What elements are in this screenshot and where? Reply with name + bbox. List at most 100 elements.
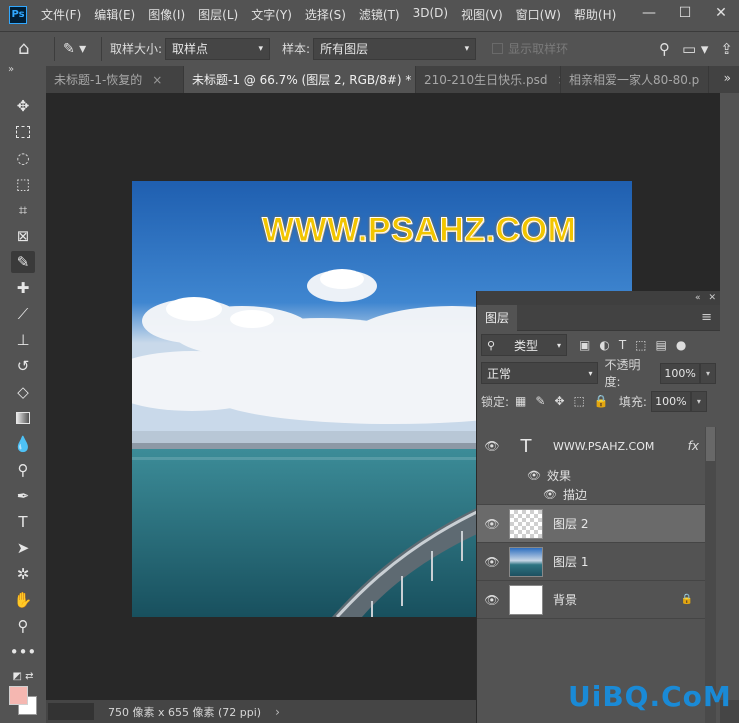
document-tabs: 未标题-1-恢复的 × 未标题-1 @ 66.7% (图层 2, RGB/8#)… bbox=[46, 66, 739, 93]
default-colors-icon[interactable]: ◩ ⇄ bbox=[11, 665, 35, 687]
foreground-color-swatch[interactable] bbox=[9, 686, 28, 705]
panel-menu-icon[interactable]: ≡ bbox=[701, 310, 712, 325]
custom-shape-tool-icon[interactable]: ✲ bbox=[11, 563, 35, 585]
layer-row-background[interactable]: 👁 背景 🔒 bbox=[477, 581, 705, 619]
close-panel-icon[interactable]: ✕ bbox=[708, 293, 716, 303]
fill-label: 填充: bbox=[618, 394, 647, 409]
pixel-filter-icon[interactable]: ▣ bbox=[579, 338, 590, 352]
adjustment-filter-icon[interactable]: ◐ bbox=[599, 338, 609, 352]
lasso-tool-icon[interactable]: ◌ bbox=[11, 147, 35, 169]
visibility-eye-icon[interactable]: 👁 bbox=[477, 517, 507, 531]
dodge-tool-icon[interactable]: ⚲ bbox=[11, 459, 35, 481]
lock-all-icon[interactable]: 🔒 bbox=[594, 394, 609, 408]
type-tool-icon[interactable]: T bbox=[11, 511, 35, 533]
menu-window[interactable]: 窗口(W) bbox=[516, 6, 561, 23]
history-brush-tool-icon[interactable]: ↺ bbox=[11, 355, 35, 377]
layer-name: WWW.PSAHZ.COM bbox=[553, 439, 655, 453]
blend-mode-select[interactable]: 正常 ▾ bbox=[481, 362, 599, 384]
collapse-panel-icon[interactable]: « bbox=[695, 293, 701, 303]
chevron-down-icon: ▾ bbox=[556, 340, 561, 350]
maximize-button[interactable]: ☐ bbox=[667, 0, 703, 26]
stroke-effect-row[interactable]: 👁 描边 bbox=[543, 486, 587, 503]
hand-tool-icon[interactable]: ✋ bbox=[11, 589, 35, 611]
lock-artboard-icon[interactable]: ⬚ bbox=[574, 394, 585, 408]
tabs-overflow-icon[interactable]: » bbox=[724, 71, 731, 85]
show-sampling-ring-checkbox[interactable]: 显示取样环 bbox=[492, 40, 568, 57]
layers-scrollbar[interactable] bbox=[705, 427, 716, 723]
smart-object-filter-icon[interactable]: ▤ bbox=[656, 338, 667, 352]
layer-row-layer-2[interactable]: 👁 图层 2 bbox=[477, 505, 705, 543]
visibility-eye-icon[interactable]: 👁 bbox=[477, 555, 507, 569]
layer-row-layer-1[interactable]: 👁 图层 1 bbox=[477, 543, 705, 581]
toolbar-collapse-icon[interactable]: » bbox=[8, 64, 14, 75]
filter-row: ⚲ 类型 ▾ ▣ ◐ T ⬚ ▤ ● bbox=[477, 331, 720, 359]
effects-eye-icon[interactable]: 👁 bbox=[527, 469, 541, 482]
shape-filter-icon[interactable]: ⬚ bbox=[635, 338, 646, 352]
visibility-eye-icon[interactable]: 👁 bbox=[477, 439, 507, 453]
eyedropper-tool-icon[interactable]: ✎ bbox=[11, 251, 35, 273]
menu-filter[interactable]: 滤镜(T) bbox=[359, 6, 400, 23]
workspace-icon[interactable]: ▭ ▾ bbox=[682, 40, 708, 58]
home-icon[interactable]: ⌂ bbox=[18, 38, 46, 59]
fill-dropdown[interactable]: ▾ bbox=[690, 390, 707, 412]
gradient-tool-icon[interactable] bbox=[11, 407, 35, 429]
stroke-eye-icon[interactable]: 👁 bbox=[543, 488, 557, 501]
status-arrow-icon[interactable]: › bbox=[275, 705, 280, 719]
share-icon[interactable]: ⇪ bbox=[720, 40, 733, 58]
lock-transparent-icon[interactable]: ▦ bbox=[515, 394, 526, 408]
eyedropper-preset-icon[interactable]: ✎ ▾ bbox=[63, 41, 93, 57]
filter-toggle-icon[interactable]: ● bbox=[676, 338, 686, 352]
tab-document-3[interactable]: 210-210生日快乐.psd × bbox=[416, 66, 561, 93]
scrollbar-thumb[interactable] bbox=[706, 427, 715, 461]
filter-type-select[interactable]: ⚲ 类型 ▾ bbox=[481, 334, 567, 356]
fill-field[interactable]: 100% bbox=[650, 390, 691, 412]
tab-layers[interactable]: 图层 bbox=[477, 304, 518, 331]
close-icon[interactable]: × bbox=[152, 73, 162, 87]
type-filter-icon[interactable]: T bbox=[619, 338, 626, 352]
sample-select[interactable]: 所有图层 ▾ bbox=[313, 37, 477, 60]
frame-tool-icon[interactable]: ⊠ bbox=[11, 225, 35, 247]
menu-type[interactable]: 文字(Y) bbox=[251, 6, 292, 23]
close-window-button[interactable]: ✕ bbox=[703, 0, 739, 26]
eraser-tool-icon[interactable]: ◇ bbox=[11, 381, 35, 403]
crop-tool-icon[interactable]: ⌗ bbox=[11, 199, 35, 221]
healing-brush-tool-icon[interactable]: ✚ bbox=[11, 277, 35, 299]
opacity-field[interactable]: 100% bbox=[660, 362, 701, 384]
tab-label: 未标题-1 @ 66.7% (图层 2, RGB/8#) * bbox=[192, 73, 412, 87]
brush-tool-icon[interactable]: ⟋ bbox=[11, 303, 35, 325]
lock-pixels-icon[interactable]: ✎ bbox=[535, 394, 545, 408]
pen-tool-icon[interactable]: ✒ bbox=[11, 485, 35, 507]
path-select-tool-icon[interactable]: ➤ bbox=[11, 537, 35, 559]
menu-view[interactable]: 视图(V) bbox=[461, 6, 503, 23]
stamp-tool-icon[interactable]: ⊥ bbox=[11, 329, 35, 351]
menu-edit[interactable]: 编辑(E) bbox=[94, 6, 135, 23]
lock-position-icon[interactable]: ✥ bbox=[554, 394, 564, 408]
tab-document-4[interactable]: 相亲相爱一家人80-80.p bbox=[561, 66, 709, 93]
more-tools-icon[interactable]: ••• bbox=[10, 641, 37, 663]
tab-document-2[interactable]: 未标题-1 @ 66.7% (图层 2, RGB/8#) * × bbox=[184, 66, 416, 93]
fx-icon[interactable]: fx bbox=[688, 439, 699, 453]
blur-tool-icon[interactable]: 💧 bbox=[11, 433, 35, 455]
visibility-eye-icon[interactable]: 👁 bbox=[477, 593, 507, 607]
tab-document-1[interactable]: 未标题-1-恢复的 × bbox=[46, 66, 184, 93]
menu-help[interactable]: 帮助(H) bbox=[574, 6, 616, 23]
object-select-tool-icon[interactable]: ⬚ bbox=[11, 173, 35, 195]
opacity-label: 不透明度: bbox=[604, 358, 641, 389]
sample-size-select[interactable]: 取样点 ▾ bbox=[165, 37, 271, 60]
zoom-field[interactable] bbox=[48, 703, 94, 720]
opacity-dropdown[interactable]: ▾ bbox=[700, 362, 716, 384]
menu-select[interactable]: 选择(S) bbox=[305, 6, 346, 23]
search-icon[interactable]: ⚲ bbox=[659, 40, 670, 58]
sample-size-label: 取样大小: bbox=[110, 42, 163, 56]
menu-layer[interactable]: 图层(L) bbox=[198, 6, 238, 23]
layer-row-text[interactable]: 👁 T WWW.PSAHZ.COM fx bbox=[477, 427, 705, 465]
effects-row[interactable]: 👁 效果 bbox=[527, 467, 571, 484]
minimize-button[interactable]: — bbox=[631, 0, 667, 26]
move-tool-icon[interactable]: ✥ bbox=[11, 95, 35, 117]
menu-image[interactable]: 图像(I) bbox=[148, 6, 185, 23]
menu-file[interactable]: 文件(F) bbox=[41, 6, 81, 23]
marquee-tool-icon[interactable] bbox=[11, 121, 35, 143]
menu-3d[interactable]: 3D(D) bbox=[413, 6, 448, 23]
zoom-tool-icon[interactable]: ⚲ bbox=[11, 615, 35, 637]
chevron-down-icon: ▾ bbox=[588, 368, 593, 378]
